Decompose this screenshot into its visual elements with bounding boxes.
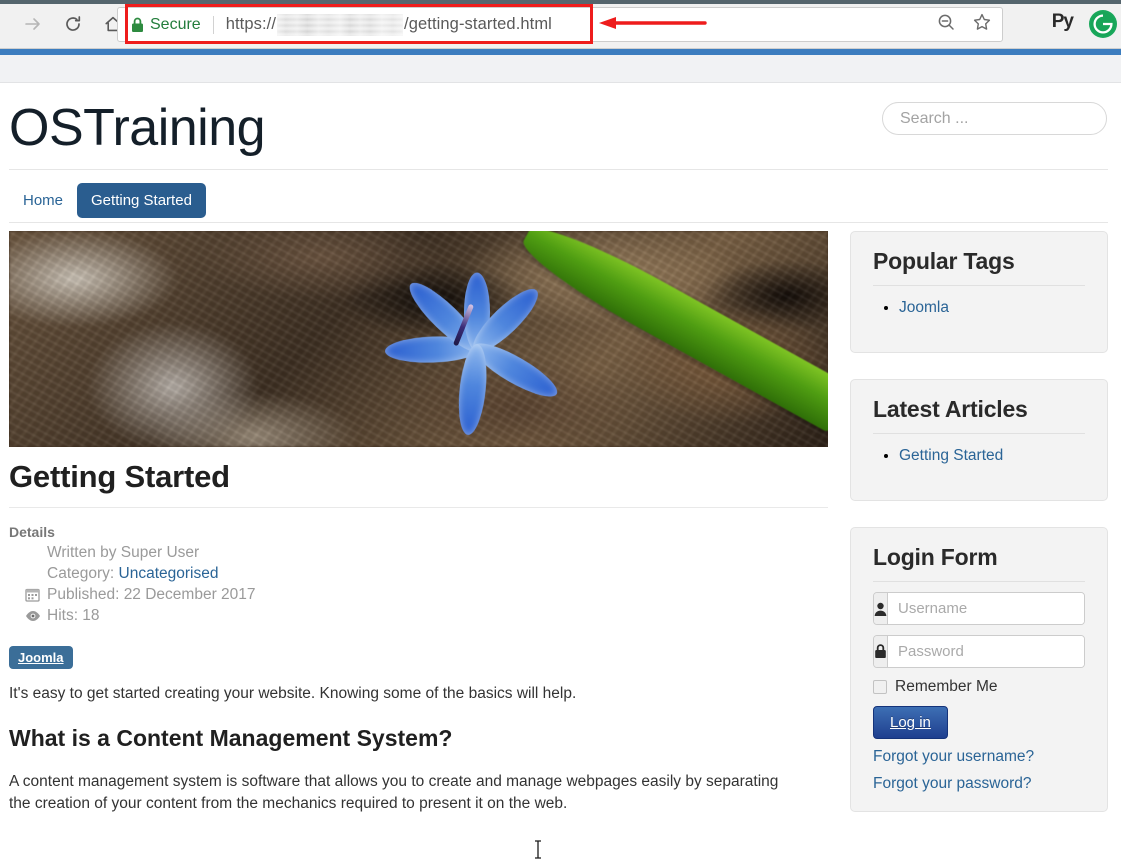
- search-box[interactable]: [882, 102, 1107, 135]
- remember-me-label: Remember Me: [895, 678, 998, 695]
- page-top-gray-band: [0, 55, 1121, 83]
- browser-chrome: Secure https:// /getting-started.html Py: [0, 0, 1121, 49]
- sidebar: Popular Tags Joomla Latest Articles Gett…: [850, 231, 1108, 838]
- article-hero-image: [9, 231, 828, 447]
- popular-tags-list: Joomla: [873, 296, 1085, 320]
- module-divider: [873, 581, 1085, 582]
- popular-tag-link-joomla[interactable]: Joomla: [899, 299, 949, 316]
- article-title: Getting Started: [9, 459, 230, 494]
- module-divider: [873, 433, 1085, 434]
- header-divider: [9, 169, 1108, 170]
- arrow-right-icon: [25, 18, 40, 30]
- detail-category: Category: Uncategorised: [25, 563, 828, 584]
- forward-button[interactable]: [18, 9, 48, 39]
- article-details: Details Written by Super User Category: …: [9, 524, 828, 626]
- tag-badge-joomla[interactable]: Joomla: [9, 646, 73, 669]
- module-popular-tags: Popular Tags Joomla: [850, 231, 1108, 353]
- password-field-group[interactable]: [873, 635, 1085, 668]
- blue-scilla-flower: [384, 272, 587, 437]
- category-link[interactable]: Uncategorised: [119, 563, 219, 584]
- site-title: OSTraining: [9, 99, 266, 157]
- eye-icon: [25, 610, 47, 622]
- article-tags: Joomla: [9, 646, 828, 669]
- omnibox-separator: [212, 15, 214, 34]
- secure-label: Secure: [150, 15, 201, 33]
- module-divider: [873, 285, 1085, 286]
- detail-written-by: Written by Super User: [47, 544, 200, 561]
- detail-hits: Hits: 18: [25, 605, 828, 626]
- text-cursor: [535, 840, 541, 859]
- module-login-form: Login Form Username Remember Me Log in F…: [850, 527, 1108, 812]
- password-input[interactable]: [888, 636, 1084, 667]
- lock-icon: [131, 17, 144, 33]
- forgot-username-link[interactable]: Forgot your username?: [873, 748, 1085, 766]
- user-icon: [874, 593, 888, 624]
- list-item: Joomla: [899, 296, 1085, 320]
- login-button[interactable]: Log in: [873, 706, 948, 739]
- calendar-icon: [25, 587, 47, 602]
- list-item: Getting Started: [899, 444, 1085, 468]
- article-column: Getting Started Details Written by Super…: [9, 231, 828, 831]
- reload-button[interactable]: [58, 9, 88, 39]
- module-title-popular-tags: Popular Tags: [873, 248, 1015, 274]
- lock-icon: [874, 636, 888, 667]
- search-input[interactable]: [898, 108, 1088, 129]
- zoom-out-icon[interactable]: [936, 12, 956, 37]
- detail-published: Published: 22 December 2017: [25, 584, 828, 605]
- article-section-heading: What is a Content Management System?: [9, 725, 453, 751]
- username-input[interactable]: [888, 593, 1084, 624]
- latest-article-link-getting-started[interactable]: Getting Started: [899, 447, 1003, 464]
- remember-me-row[interactable]: Remember Me: [873, 678, 1085, 696]
- profile-ring-icon: [1091, 12, 1115, 36]
- profile-avatar[interactable]: [1089, 10, 1117, 38]
- url-redacted-domain: [277, 13, 404, 36]
- url-path: /getting-started.html: [404, 15, 552, 33]
- star-icon[interactable]: [972, 12, 992, 37]
- main-navigation: Home Getting Started: [9, 179, 1108, 223]
- url-scheme: https://: [225, 15, 277, 33]
- module-title-latest-articles: Latest Articles: [873, 396, 1028, 422]
- details-label: Details: [9, 524, 55, 540]
- latest-articles-list: Getting Started: [873, 444, 1085, 468]
- omnibox[interactable]: Secure https:// /getting-started.html: [117, 7, 1003, 42]
- article-body-paragraph: A content management system is software …: [9, 773, 779, 813]
- nav-item-getting-started[interactable]: Getting Started: [77, 183, 206, 218]
- username-field-group[interactable]: [873, 592, 1085, 625]
- forgot-password-link[interactable]: Forgot your password?: [873, 775, 1085, 793]
- module-title-login-form: Login Form: [873, 544, 998, 570]
- tab-strip-edge: [0, 0, 1121, 4]
- article-title-divider: [9, 507, 828, 508]
- omnibox-actions: [936, 8, 992, 41]
- extension-py-icon[interactable]: Py: [1052, 11, 1074, 33]
- remember-me-checkbox[interactable]: [873, 680, 887, 694]
- nav-item-home[interactable]: Home: [9, 183, 77, 218]
- reload-icon: [66, 16, 81, 31]
- article-intro-paragraph: It's easy to get started creating your w…: [9, 685, 577, 702]
- category-label: Category:: [47, 565, 115, 582]
- page-content: OSTraining Home Getting Started Getting …: [0, 83, 1121, 859]
- module-latest-articles: Latest Articles Getting Started: [850, 379, 1108, 501]
